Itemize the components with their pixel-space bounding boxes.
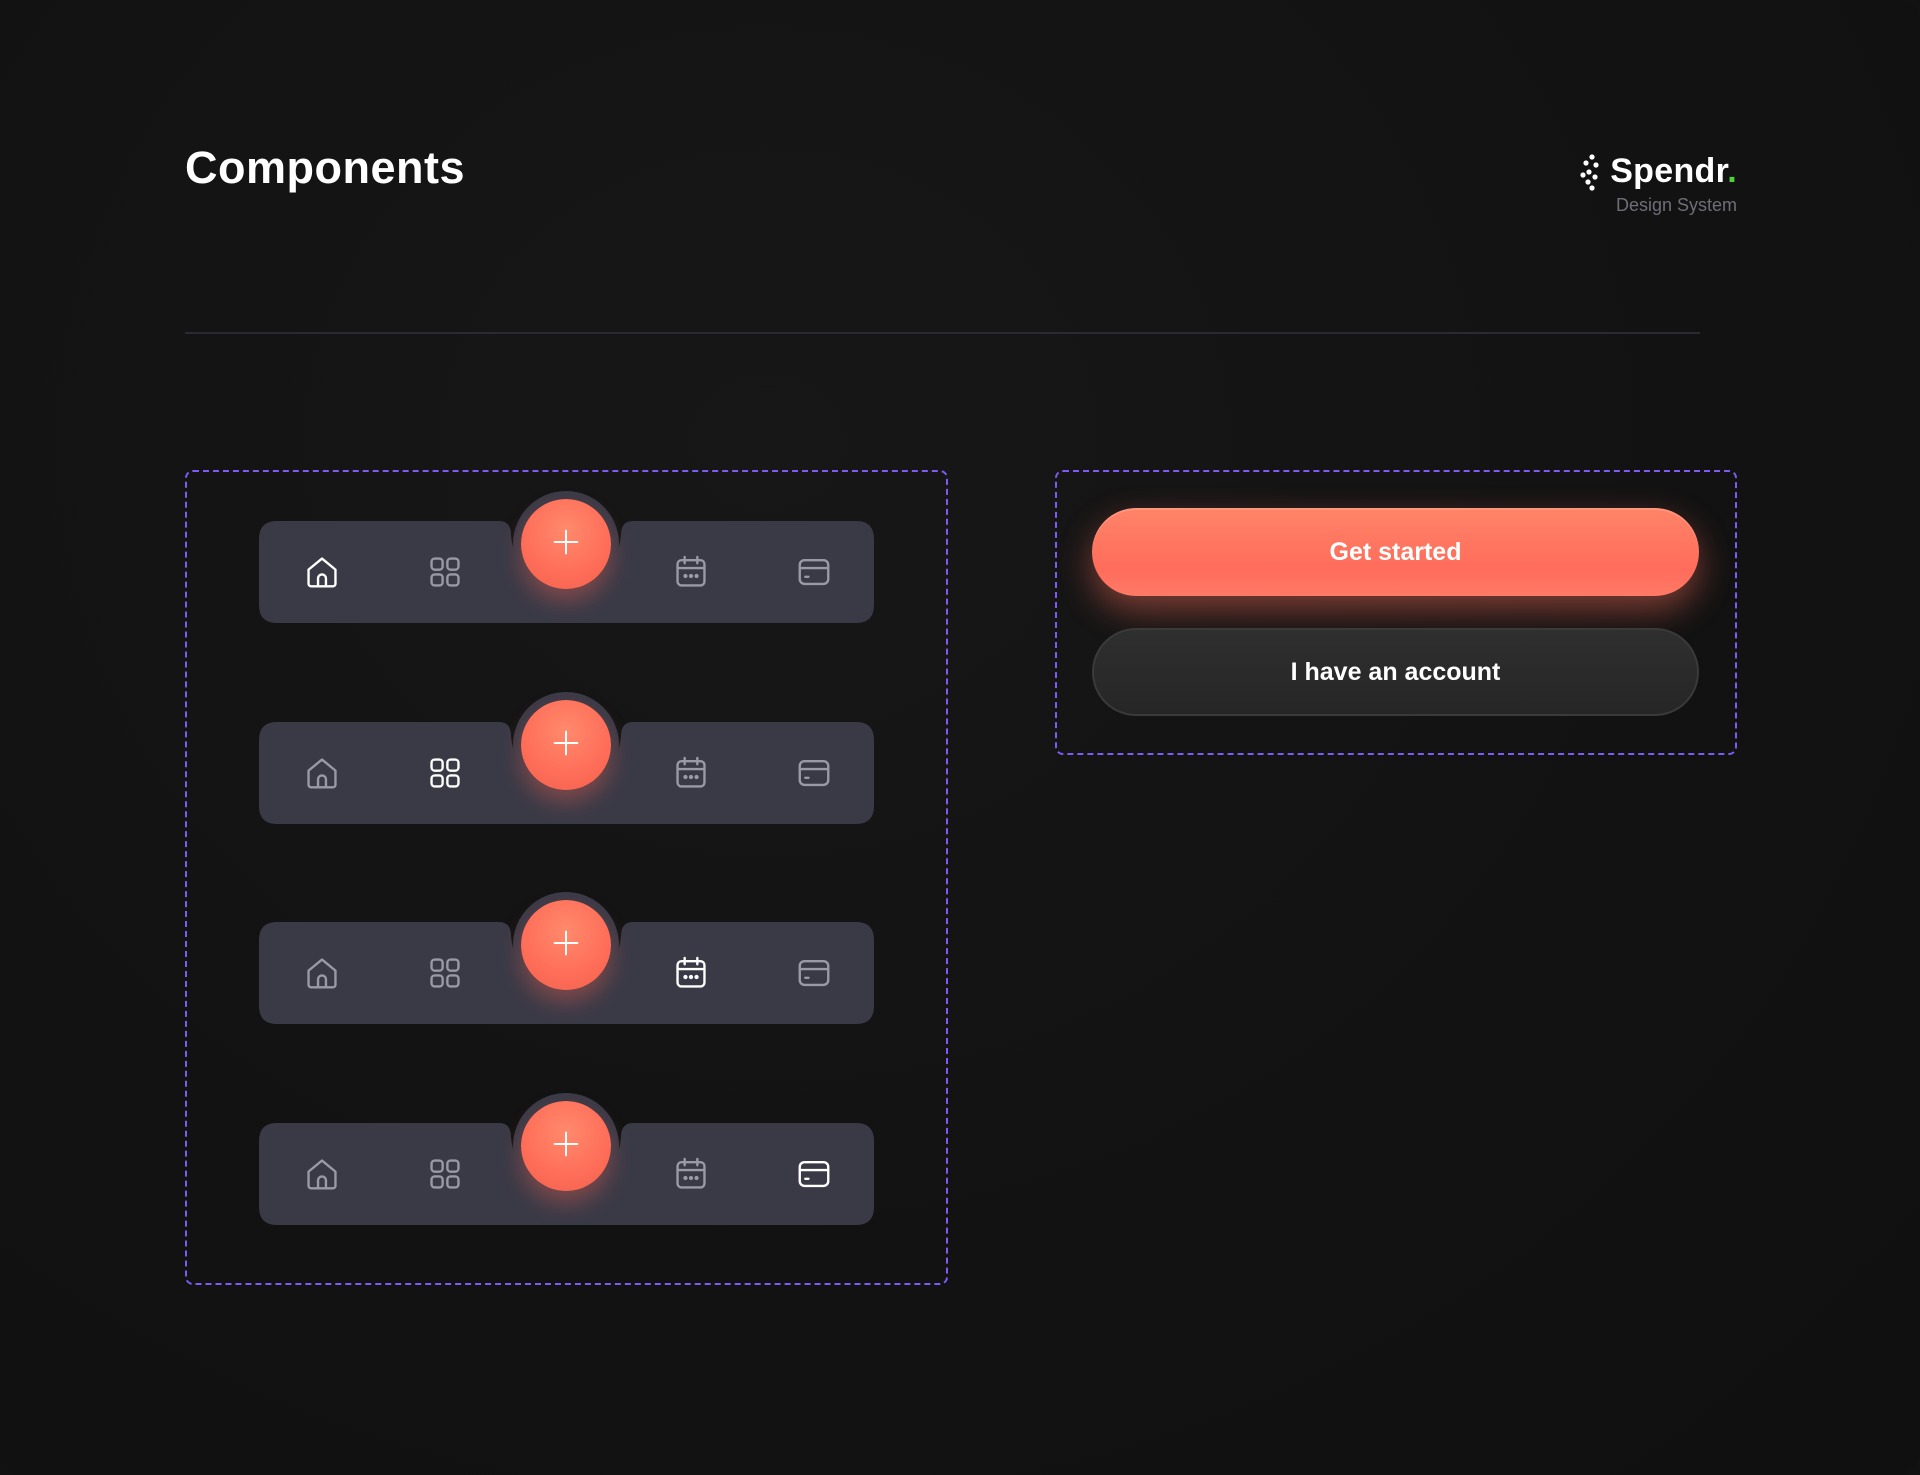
card-icon [795, 1155, 833, 1193]
grid-icon [426, 754, 464, 792]
grid-icon [426, 553, 464, 591]
add-button[interactable] [521, 700, 611, 790]
bottom-navbar [259, 900, 874, 1024]
plus-icon [549, 1127, 583, 1166]
calendar-icon [672, 1155, 710, 1193]
brand-name: Spendr. [1610, 152, 1737, 190]
design-system-page: Components Spendr. Design System Get sta… [0, 0, 1920, 1475]
nav-item-grid[interactable] [394, 722, 496, 824]
bottom-navbar [259, 700, 874, 824]
plus-icon [549, 926, 583, 965]
brand-dot: . [1727, 152, 1737, 190]
nav-item-grid[interactable] [394, 922, 496, 1024]
grid-icon [426, 954, 464, 992]
home-icon [303, 754, 341, 792]
add-button[interactable] [521, 900, 611, 990]
add-button[interactable] [521, 1101, 611, 1191]
calendar-icon [672, 954, 710, 992]
nav-item-home[interactable] [271, 722, 373, 824]
nav-item-calendar[interactable] [640, 521, 742, 623]
calendar-icon [672, 754, 710, 792]
nav-item-grid[interactable] [394, 1123, 496, 1225]
plus-icon [549, 726, 583, 765]
home-icon [303, 954, 341, 992]
nav-item-card[interactable] [763, 521, 865, 623]
divider [185, 332, 1700, 334]
have-account-button[interactable]: I have an account [1092, 628, 1699, 716]
calendar-icon [672, 553, 710, 591]
nav-item-calendar[interactable] [640, 922, 742, 1024]
nav-item-home[interactable] [271, 922, 373, 1024]
bottom-navbar [259, 1101, 874, 1225]
brand-block: Spendr. Design System [1580, 152, 1737, 216]
nav-item-calendar[interactable] [640, 722, 742, 824]
nav-item-card[interactable] [763, 1123, 865, 1225]
nav-item-card[interactable] [763, 922, 865, 1024]
nav-item-grid[interactable] [394, 521, 496, 623]
spendr-logo-icon [1580, 153, 1604, 191]
nav-item-calendar[interactable] [640, 1123, 742, 1225]
bottom-navbar [259, 499, 874, 623]
add-button[interactable] [521, 499, 611, 589]
get-started-button[interactable]: Get started [1092, 508, 1699, 596]
plus-icon [549, 525, 583, 564]
card-icon [795, 754, 833, 792]
nav-item-home[interactable] [271, 1123, 373, 1225]
home-icon [303, 1155, 341, 1193]
grid-icon [426, 1155, 464, 1193]
page-title: Components [185, 142, 465, 193]
nav-item-home[interactable] [271, 521, 373, 623]
nav-item-card[interactable] [763, 722, 865, 824]
card-icon [795, 954, 833, 992]
home-icon [303, 553, 341, 591]
card-icon [795, 553, 833, 591]
brand-subtitle: Design System [1615, 195, 1737, 215]
